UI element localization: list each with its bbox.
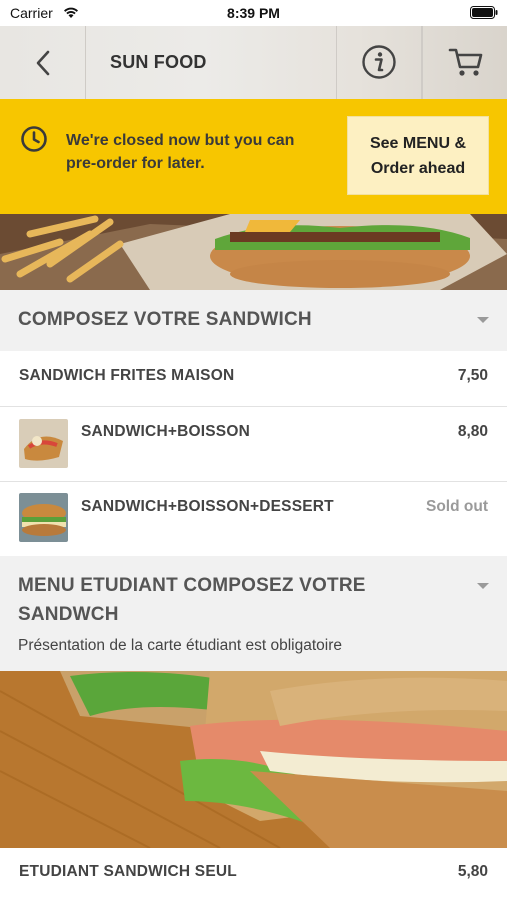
category-header-menu-etudiant[interactable]: MENU ETUDIANT COMPOSEZ VOTRE SANDWCH Pré…	[0, 556, 507, 671]
list-item[interactable]: SANDWICH FRITES MAISON 7,50	[0, 351, 507, 407]
sandwich-banner-image	[0, 671, 507, 848]
info-button[interactable]	[336, 26, 422, 99]
item-price: 8,80	[457, 423, 488, 440]
item-name: SANDWICH+BOISSON	[81, 423, 250, 440]
closed-message-line2: pre-order for later.	[66, 155, 205, 172]
list-item[interactable]: ETUDIANT SANDWICH SEUL 5,80	[0, 848, 507, 900]
status-bar: Carrier 8:39 PM	[0, 0, 507, 26]
info-icon	[362, 45, 396, 79]
category-subtitle: Présentation de la carte étudiant est ob…	[18, 637, 342, 654]
sold-out-label: Sold out	[426, 498, 488, 515]
chevron-down-icon	[477, 317, 489, 323]
item-price: 7,50	[457, 367, 488, 384]
top-header: SUN FOOD	[0, 26, 507, 99]
burger-banner-image	[0, 214, 507, 290]
item-thumbnail	[19, 493, 68, 542]
category-header-composez[interactable]: COMPOSEZ VOTRE SANDWICH	[0, 290, 507, 351]
list-item[interactable]: SANDWICH+BOISSON+DESSERT Sold out	[0, 482, 507, 556]
order-ahead-label-line1: See MENU &	[369, 135, 467, 152]
list-item[interactable]: SANDWICH+BOISSON 8,80	[0, 407, 507, 482]
clock-icon	[21, 126, 47, 152]
category-title-line2: SANDWCH	[18, 604, 119, 625]
item-price: 5,80	[457, 863, 488, 880]
cart-icon	[448, 48, 483, 76]
item-thumbnail	[19, 419, 68, 468]
item-name: ETUDIANT SANDWICH SEUL	[19, 863, 237, 880]
chevron-down-icon	[477, 583, 489, 589]
item-name: SANDWICH FRITES MAISON	[19, 367, 235, 384]
closed-banner: We're closed now but you can pre-order f…	[0, 99, 507, 214]
back-button[interactable]	[0, 26, 86, 99]
cart-button[interactable]	[422, 26, 507, 99]
battery-icon	[470, 6, 498, 19]
chevron-left-icon	[36, 50, 50, 76]
closed-message: We're closed now but you can pre-order f…	[66, 129, 326, 175]
page-title: SUN FOOD	[110, 52, 207, 72]
item-name: SANDWICH+BOISSON+DESSERT	[81, 498, 334, 515]
category-title: COMPOSEZ VOTRE SANDWICH	[18, 309, 312, 330]
order-ahead-label-line2: Order ahead	[370, 160, 466, 177]
status-time: 8:39 PM	[227, 5, 280, 21]
closed-message-line1: We're closed now but you can	[66, 132, 295, 149]
category-title-line1: MENU ETUDIANT COMPOSEZ VOTRE	[18, 575, 366, 596]
see-menu-order-ahead-button[interactable]: See MENU & Order ahead	[347, 116, 489, 195]
